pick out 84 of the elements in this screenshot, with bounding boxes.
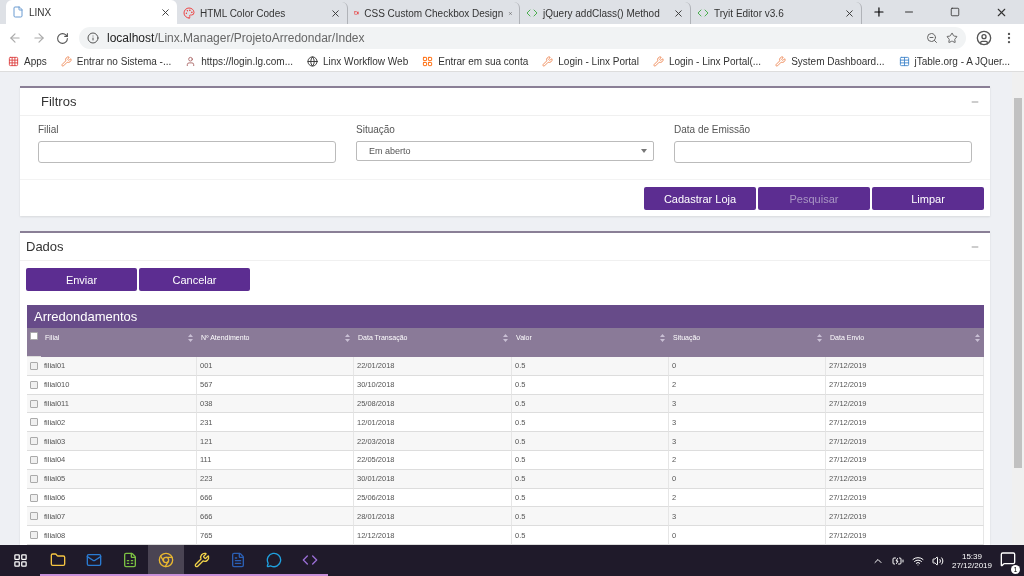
select-field[interactable]: Em aberto: [356, 141, 654, 161]
tool-icon: [652, 56, 664, 67]
table-icon: [898, 56, 910, 67]
windows-start-icon[interactable]: [12, 553, 28, 568]
sort-icon[interactable]: [503, 334, 508, 342]
code-icon: [526, 7, 539, 19]
tool-icon: [60, 56, 72, 67]
bookmark-link[interactable]: Login - Linx Portal: [558, 56, 639, 67]
field-label: Data de Emissão: [674, 124, 752, 135]
sort-icon[interactable]: [345, 334, 350, 342]
row-checkbox[interactable]: [30, 380, 38, 389]
profile-icon[interactable]: [976, 30, 992, 46]
bookmark-link[interactable]: Apps: [24, 56, 47, 67]
taskbar-app[interactable]: [148, 545, 184, 576]
document-icon: [230, 551, 246, 568]
wifi-icon[interactable]: [911, 554, 924, 567]
bookmark-link[interactable]: Entrar em sua conta: [438, 56, 529, 67]
bookmark-link[interactable]: System Dashboard...: [791, 56, 885, 67]
row-checkbox[interactable]: [30, 474, 38, 483]
person-icon: [185, 56, 197, 67]
star-icon[interactable]: [946, 32, 958, 44]
new-tab-icon[interactable]: [872, 5, 886, 19]
row-checkbox[interactable]: [30, 399, 38, 408]
sort-icon[interactable]: [817, 334, 822, 342]
field-label: Situação: [356, 124, 396, 135]
table-title: Arredondamentos: [27, 305, 984, 328]
tool-icon: [542, 56, 554, 67]
bookmark-link[interactable]: jTable.org - A JQuer...: [914, 56, 1011, 67]
page-icon: [12, 6, 24, 18]
dropdown-caret-icon[interactable]: [641, 149, 647, 153]
code-icon: [697, 7, 710, 19]
tool-icon: [194, 551, 210, 568]
tool-icon: [775, 56, 787, 67]
chat-icon: [266, 551, 282, 568]
url-text: localhost/Linx.Manager/ProjetoArredondar/Index: [107, 31, 365, 45]
globe-icon: [307, 56, 318, 67]
address-bar[interactable]: localhost/Linx.Manager/ProjetoArredondar/Index: [79, 27, 966, 49]
forward-icon[interactable]: [32, 31, 46, 45]
row-checkbox[interactable]: [30, 531, 38, 540]
squares-icon: [422, 56, 434, 67]
speaker-icon[interactable]: [931, 554, 944, 567]
select-all-checkbox[interactable]: [30, 332, 38, 340]
close-icon[interactable]: [330, 7, 342, 19]
sort-icon[interactable]: [188, 334, 193, 342]
row-checkbox[interactable]: [30, 362, 38, 370]
field-label: Filial: [38, 124, 60, 135]
input-field[interactable]: [674, 141, 972, 163]
bookmark-link[interactable]: https://login.lg.com...: [201, 56, 293, 67]
palette-icon: [183, 7, 195, 19]
action-button[interactable]: Cadastrar Loja: [644, 187, 756, 210]
bookmark-link[interactable]: Linx Workflow Web: [323, 56, 409, 67]
clock-time: 15:39: [961, 551, 982, 561]
row-checkbox[interactable]: [30, 456, 38, 464]
spreadsheet-icon: [122, 551, 138, 568]
close-icon[interactable]: [844, 7, 856, 19]
clock-date: 27/12/2019: [951, 560, 992, 570]
close-icon[interactable]: [160, 6, 171, 18]
bookmark-link[interactable]: Entrar no Sistema -...: [76, 56, 172, 67]
info-icon: [87, 32, 99, 44]
row-checkbox[interactable]: [30, 493, 38, 502]
input-field[interactable]: [38, 141, 336, 163]
browser-icon: [158, 551, 174, 568]
folder-icon: [50, 551, 66, 568]
sort-icon[interactable]: [660, 334, 665, 342]
browser-tab[interactable]: LINX: [6, 0, 177, 24]
back-icon[interactable]: [8, 31, 22, 45]
reload-icon[interactable]: [56, 31, 69, 45]
zoom-icon[interactable]: [926, 32, 938, 44]
scrollbar[interactable]: [1012, 72, 1024, 545]
row-checkbox[interactable]: [30, 418, 38, 427]
restore-icon[interactable]: [950, 7, 960, 17]
action-button[interactable]: Cancelar: [139, 268, 250, 291]
mail-icon: [86, 551, 102, 568]
row-checkbox[interactable]: [30, 437, 38, 446]
panel-title: Dados: [26, 239, 64, 254]
bookmark-link[interactable]: Login - Linx Portal(...: [668, 56, 762, 67]
close-icon[interactable]: [673, 7, 685, 19]
panel-title: Filtros: [41, 94, 77, 109]
grid-icon: [8, 56, 19, 67]
sort-icon[interactable]: [975, 334, 980, 342]
row-checkbox[interactable]: [30, 512, 38, 521]
action-button[interactable]: Enviar: [26, 268, 137, 291]
action-button[interactable]: Limpar: [872, 187, 984, 210]
battery-icon[interactable]: [891, 554, 904, 567]
